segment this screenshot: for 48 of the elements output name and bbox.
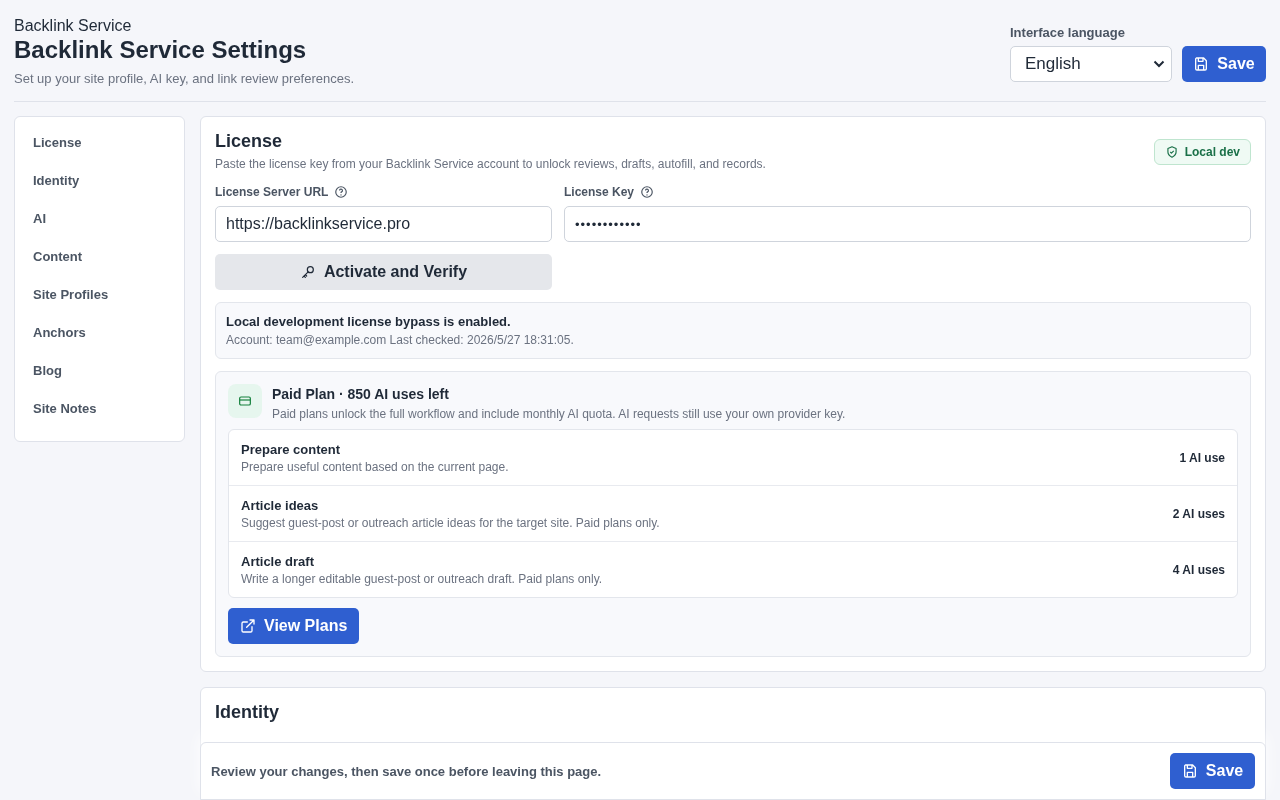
feature-cost: 4 AI uses	[1172, 562, 1225, 577]
plan-title: Paid Plan · 850 AI uses left	[272, 386, 450, 402]
shield-check-icon	[1164, 145, 1179, 159]
field-label: License Key	[564, 185, 635, 199]
sidebar-item[interactable]: Site Profiles	[25, 283, 174, 321]
save-reminder: Review your changes, then save once before leaving this page.	[211, 763, 602, 779]
external-link-icon	[240, 618, 256, 634]
sidebar-item[interactable]: Anchors	[25, 321, 174, 359]
page-title: Backlink Service Settings	[14, 35, 308, 65]
sidebar-item[interactable]: Site Notes	[25, 397, 174, 435]
language-select[interactable]: English	[1010, 46, 1172, 82]
status-detail: Account: team@example.com Last checked: 2026/5/27 18:31:05.	[226, 333, 575, 347]
feature-name: Article ideas	[241, 497, 320, 513]
status-title: Local development license bypass is enabled.	[226, 314, 512, 329]
section-description: Paste the license key from your Backlink Service account to unlock reviews, drafts, autofill, and records.	[215, 157, 766, 171]
save-icon	[1181, 763, 1198, 779]
save-button[interactable]: Save	[1170, 753, 1255, 789]
activate-button[interactable]: Activate and Verify	[215, 254, 552, 290]
feature-name: Article draft	[241, 553, 315, 569]
plan-description: Paid plans unlock the full workflow and include monthly AI quota. AI requests still use your own provider key.	[272, 407, 846, 421]
feature-cost: 2 AI uses	[1172, 506, 1225, 521]
status-badge: Local dev	[1153, 139, 1251, 165]
sidebar-item[interactable]: Blog	[25, 359, 174, 397]
key-icon	[299, 264, 316, 280]
save-icon	[1193, 56, 1210, 72]
feature-name: Prepare content	[241, 441, 341, 457]
help-icon[interactable]	[640, 185, 655, 199]
page-subtitle: Set up your site profile, AI key, and link review preferences.	[14, 71, 355, 86]
feature-description: Suggest guest-post or outreach article ideas for the target site. Paid plans only.	[241, 515, 660, 530]
section-title: Identity	[215, 702, 280, 723]
help-icon[interactable]	[334, 185, 349, 199]
password-field[interactable]: ••••••••••••	[564, 206, 1251, 242]
chevron-down-icon	[1153, 60, 1165, 68]
save-button[interactable]: Save	[1182, 46, 1266, 82]
sidebar-item[interactable]: Identity	[25, 169, 174, 207]
feature-cost: 1 AI use	[1179, 450, 1225, 465]
app-name: Backlink Service	[14, 17, 133, 35]
field-label: License Server URL	[215, 185, 329, 199]
sidebar-item[interactable]: AI	[25, 207, 174, 245]
feature-description: Prepare useful content based on the current page.	[241, 459, 509, 474]
view-plans-button[interactable]: View Plans	[228, 608, 360, 644]
section-title: License	[215, 131, 284, 152]
language-label: Interface language	[1010, 25, 1126, 40]
url-field[interactable]: https://backlinkservice.pro	[215, 206, 552, 242]
credit-card-icon	[228, 384, 262, 418]
sidebar-item[interactable]: Content	[25, 245, 174, 283]
feature-description: Write a longer editable guest-post or outreach draft. Paid plans only.	[241, 571, 603, 586]
sidebar-item[interactable]: License	[25, 131, 174, 169]
